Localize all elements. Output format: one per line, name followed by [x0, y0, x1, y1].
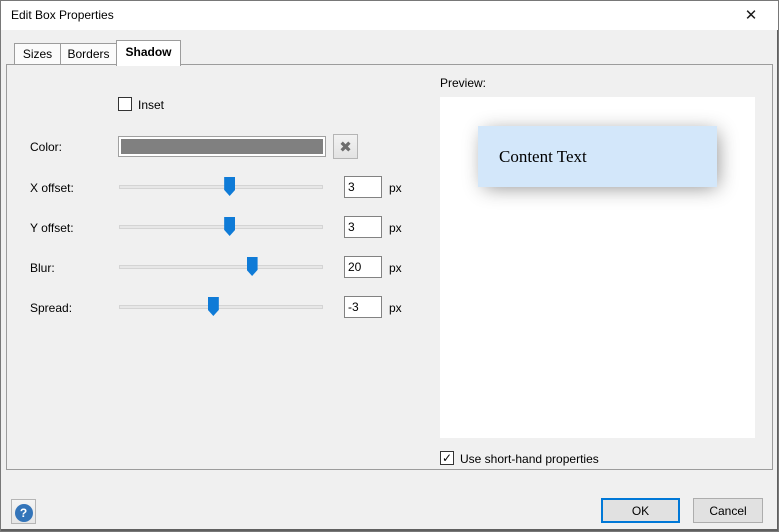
- spread-slider-thumb[interactable]: [208, 297, 219, 316]
- preview-label: Preview:: [440, 76, 486, 90]
- help-icon: ?: [15, 504, 33, 522]
- spread-unit: px: [389, 301, 402, 315]
- y-offset-input[interactable]: [344, 216, 382, 238]
- shorthand-checkbox[interactable]: ✓: [440, 451, 454, 465]
- close-icon[interactable]: ✕: [732, 1, 770, 30]
- x-offset-unit: px: [389, 181, 402, 195]
- preview-content-box: Content Text: [478, 126, 717, 187]
- color-swatch-fill: [121, 139, 323, 154]
- spread-slider-track[interactable]: [119, 305, 323, 309]
- clear-color-icon[interactable]: ✖: [333, 134, 358, 159]
- spread-input[interactable]: [344, 296, 382, 318]
- inset-label: Inset: [138, 98, 164, 112]
- x-offset-slider-track[interactable]: [119, 185, 323, 189]
- window-title: Edit Box Properties: [11, 1, 114, 30]
- x-offset-input[interactable]: [344, 176, 382, 198]
- blur-slider-track[interactable]: [119, 265, 323, 269]
- blur-slider-thumb[interactable]: [247, 257, 258, 276]
- spread-slider[interactable]: [119, 297, 323, 317]
- cancel-button[interactable]: Cancel: [693, 498, 763, 523]
- inset-checkbox[interactable]: [118, 97, 132, 111]
- preview-content-text: Content Text: [499, 147, 587, 167]
- blur-slider[interactable]: [119, 257, 323, 277]
- spread-label: Spread:: [30, 301, 72, 315]
- help-button[interactable]: ?: [11, 499, 36, 524]
- blur-unit: px: [389, 261, 402, 275]
- y-offset-label: Y offset:: [30, 221, 74, 235]
- edit-box-properties-dialog: Edit Box Properties ✕ Sizes Borders Shad…: [0, 0, 779, 532]
- shorthand-label: Use short-hand properties: [460, 452, 599, 466]
- y-offset-slider[interactable]: [119, 217, 323, 237]
- shorthand-checkmark: ✓: [442, 451, 452, 465]
- y-offset-unit: px: [389, 221, 402, 235]
- color-swatch-button[interactable]: [118, 136, 326, 157]
- tab-shadow[interactable]: Shadow: [116, 40, 181, 66]
- y-offset-slider-track[interactable]: [119, 225, 323, 229]
- x-offset-slider[interactable]: [119, 177, 323, 197]
- x-offset-slider-thumb[interactable]: [224, 177, 235, 196]
- x-offset-label: X offset:: [30, 181, 74, 195]
- blur-label: Blur:: [30, 261, 55, 275]
- y-offset-slider-thumb[interactable]: [224, 217, 235, 236]
- blur-input[interactable]: [344, 256, 382, 278]
- ok-button[interactable]: OK: [601, 498, 680, 523]
- tab-sizes[interactable]: Sizes: [14, 43, 61, 64]
- titlebar: Edit Box Properties ✕: [1, 1, 778, 30]
- color-label: Color:: [30, 140, 62, 154]
- tab-borders[interactable]: Borders: [60, 43, 117, 64]
